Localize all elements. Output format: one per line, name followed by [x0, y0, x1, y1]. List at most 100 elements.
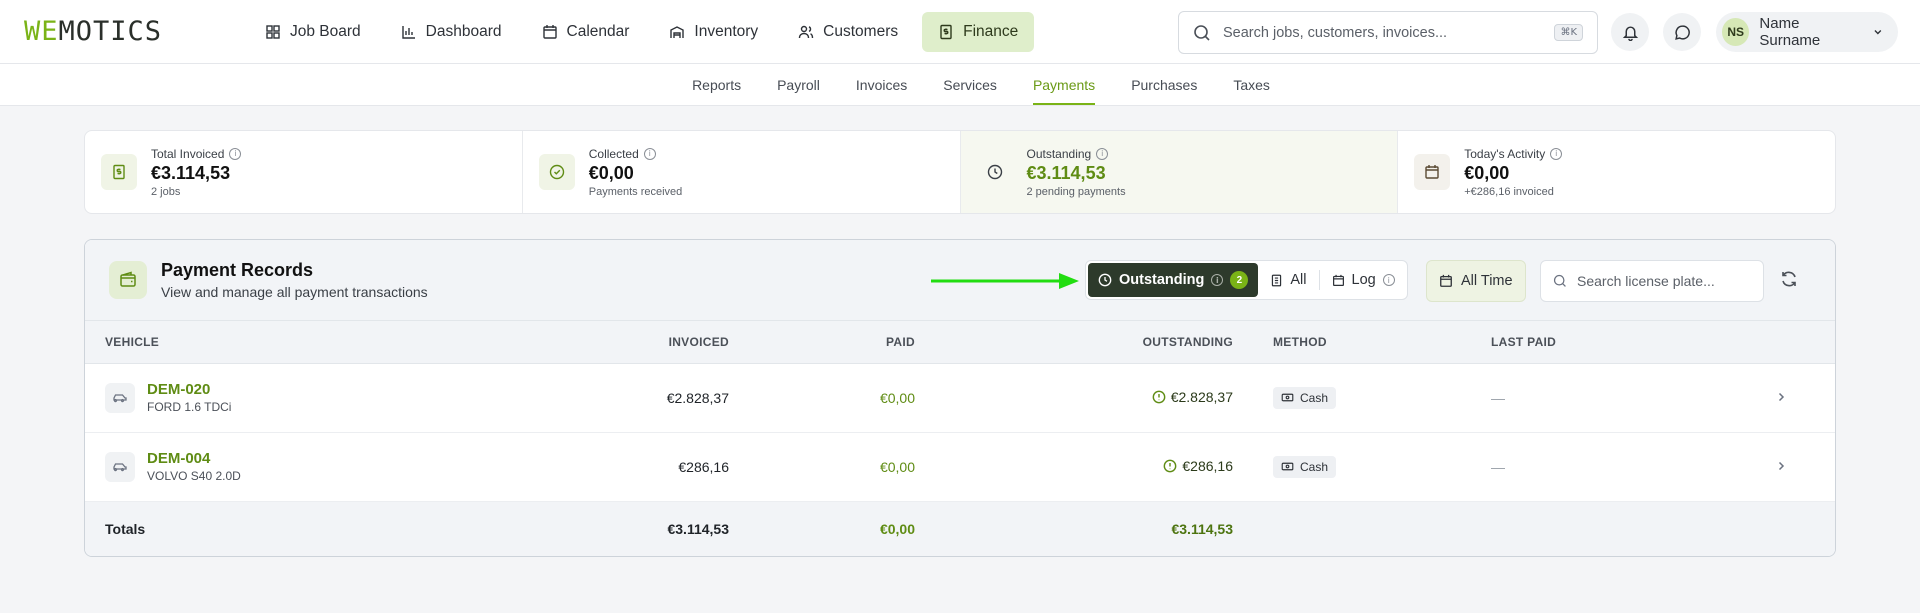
nav-calendar[interactable]: Calendar: [526, 12, 646, 52]
tab-reports[interactable]: Reports: [674, 64, 759, 105]
nav-label: Inventory: [694, 22, 759, 40]
col-outstanding[interactable]: Outstanding: [915, 321, 1233, 364]
notifications-button[interactable]: [1611, 13, 1649, 51]
tab-services[interactable]: Services: [925, 64, 1015, 105]
vehicle-cell: DEM-020 FORD 1.6 TDCi: [105, 381, 535, 414]
tab-purchases[interactable]: Purchases: [1113, 64, 1215, 105]
vehicle-model: FORD 1.6 TDCi: [147, 400, 232, 414]
stat-label: Outstanding: [1026, 146, 1092, 161]
filter-log-button[interactable]: Log i: [1322, 263, 1405, 297]
vehicle-plate-link[interactable]: DEM-004: [147, 450, 241, 467]
table-row[interactable]: DEM-020 FORD 1.6 TDCi €2.828,37 €0,00 €2…: [85, 363, 1835, 433]
finance-subnav: Reports Payroll Invoices Services Paymen…: [0, 64, 1920, 106]
messages-button[interactable]: [1663, 13, 1701, 51]
nav-job-board[interactable]: Job Board: [249, 12, 377, 52]
calendar-icon: [1332, 274, 1344, 286]
stat-sub: 2 jobs: [151, 185, 181, 198]
stat-icon-wrap: [1414, 154, 1451, 190]
chevron-right-icon[interactable]: [1775, 391, 1787, 403]
grid-icon: [266, 24, 280, 39]
cash-icon: [1281, 462, 1294, 471]
search-input[interactable]: Search jobs, customers, invoices...: [1223, 25, 1447, 41]
nav-dashboard[interactable]: Dashboard: [385, 12, 518, 52]
calendar-icon: [542, 24, 557, 39]
clock-icon: [987, 164, 1002, 180]
col-actions: [1775, 321, 1835, 364]
time-range-button[interactable]: All Time: [1426, 260, 1526, 302]
cash-icon: [1281, 393, 1294, 402]
filter-outstanding-button[interactable]: Outstanding i 2: [1088, 263, 1259, 297]
search-icon: [1553, 274, 1566, 287]
info-icon[interactable]: i: [1550, 147, 1563, 160]
calendar-icon: [1425, 165, 1439, 179]
divider: [1318, 270, 1320, 290]
outstanding-cell: €286,16: [1163, 458, 1233, 474]
user-name: Name Surname: [1759, 15, 1821, 49]
paid-cell: €0,00: [729, 432, 915, 502]
car-icon: [113, 393, 127, 402]
method-badge: Cash: [1273, 455, 1337, 478]
col-vehicle[interactable]: Vehicle: [85, 321, 535, 364]
global-search[interactable]: Search jobs, customers, invoices... ⌘K: [1178, 11, 1598, 54]
dollar-doc-icon: [113, 164, 125, 180]
tab-payments[interactable]: Payments: [1015, 64, 1113, 105]
main-nav: Job Board Dashboard Calendar Inventory C…: [249, 11, 1035, 52]
paid-cell: €0,00: [729, 363, 915, 433]
stat-label-row: Total Invoiced i: [151, 146, 242, 161]
stat-collected: Collected i €0,00 Payments received: [523, 131, 961, 213]
invoiced-cell: €286,16: [535, 432, 729, 502]
tab-payroll[interactable]: Payroll: [759, 64, 838, 105]
col-last-paid[interactable]: Last Paid: [1491, 321, 1775, 364]
tab-invoices[interactable]: Invoices: [838, 64, 925, 105]
info-icon[interactable]: i: [1211, 274, 1224, 286]
stat-todays-activity: Today's Activity i €0,00 +€286,16 invoice…: [1398, 131, 1835, 213]
refresh-button[interactable]: [1779, 269, 1799, 293]
outstanding-value: €286,16: [1182, 457, 1233, 474]
col-paid[interactable]: Paid: [729, 321, 915, 364]
payment-records-panel: Payment Records View and manage all paym…: [84, 239, 1836, 557]
totals-outstanding: €3.114,53: [915, 501, 1233, 556]
stat-label-row: Today's Activity i: [1464, 146, 1563, 161]
stat-sub: +€286,16 invoiced: [1464, 185, 1554, 198]
document-icon: [1272, 274, 1282, 286]
filter-label: All: [1290, 272, 1307, 288]
vehicle-plate-link[interactable]: DEM-020: [147, 381, 231, 398]
tab-taxes[interactable]: Taxes: [1215, 64, 1288, 105]
totals-paid: €0,00: [729, 501, 915, 556]
stat-label: Total Invoiced: [151, 146, 225, 161]
stat-outstanding: Outstanding i €3.114,53 2 pending payment…: [960, 131, 1399, 213]
shortcut-hint: ⌘K: [1554, 24, 1583, 41]
col-method[interactable]: Method: [1233, 321, 1491, 364]
col-invoiced[interactable]: Invoiced: [535, 321, 729, 364]
nav-customers[interactable]: Customers: [782, 12, 914, 52]
user-menu[interactable]: NS Name Surname: [1716, 12, 1898, 52]
top-navbar: WEMOTICS Job Board Dashboard Calendar In…: [0, 0, 1920, 64]
logo[interactable]: WEMOTICS: [24, 16, 249, 47]
nav-inventory[interactable]: Inventory: [653, 12, 774, 52]
info-icon[interactable]: i: [229, 147, 242, 160]
stat-label: Today's Activity: [1464, 146, 1546, 161]
vehicle-cell: DEM-004 VOLVO S40 2.0D: [105, 450, 535, 483]
info-icon[interactable]: i: [1096, 147, 1109, 160]
invoiced-cell: €2.828,37: [535, 363, 729, 433]
totals-empty: [1775, 501, 1835, 556]
method-label: Cash: [1300, 390, 1329, 405]
table-row[interactable]: DEM-004 VOLVO S40 2.0D €286,16 €0,00 €28…: [85, 432, 1835, 502]
plate-search-field[interactable]: Search license plate...: [1540, 260, 1764, 302]
car-icon: [113, 462, 127, 471]
bell-icon: [1622, 25, 1638, 41]
totals-row: Totals €3.114,53 €0,00 €3.114,53: [85, 501, 1835, 556]
filter-all-button[interactable]: All: [1260, 263, 1316, 297]
chevron-down-icon: [1874, 30, 1882, 35]
outstanding-count-badge: 2: [1230, 271, 1249, 289]
outstanding-cell: €2.828,37: [1152, 389, 1233, 405]
info-icon[interactable]: i: [643, 147, 656, 160]
plate-search-input[interactable]: Search license plate...: [1577, 273, 1715, 289]
totals-label: Totals: [85, 501, 535, 556]
panel-subtitle: View and manage all payment transactions: [161, 284, 428, 300]
chevron-right-icon[interactable]: [1775, 460, 1787, 472]
nav-finance[interactable]: Finance: [922, 11, 1035, 52]
stat-sub: 2 pending payments: [1026, 185, 1126, 198]
info-icon[interactable]: i: [1382, 274, 1395, 286]
stat-sub: Payments received: [588, 185, 683, 198]
